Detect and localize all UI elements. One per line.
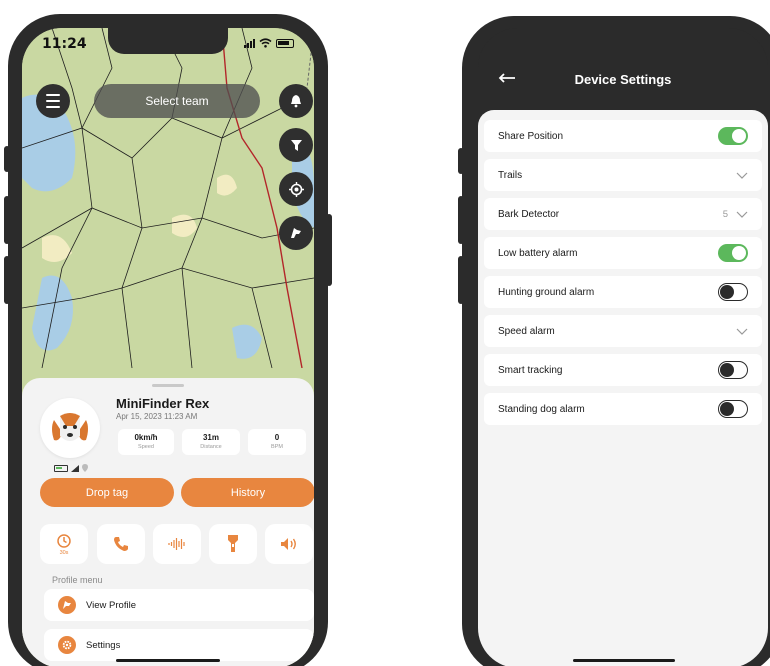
status-time: 11:24 <box>42 36 87 52</box>
hunting-ground-alarm-toggle[interactable] <box>718 283 748 301</box>
standing-dog-alarm-toggle[interactable] <box>718 400 748 418</box>
bark-detector-value-group: 5 <box>723 209 748 220</box>
profile-menu-label: Profile menu <box>52 575 103 585</box>
last-update-date: Apr 15, 2023 11:23 AM <box>116 412 198 421</box>
notch <box>108 28 228 54</box>
device-status-icons <box>54 464 88 472</box>
map-view[interactable] <box>22 28 314 368</box>
chevron-down-icon <box>736 172 748 179</box>
stage: 11:24 Select team MiniFinder Rex Apr 15,… <box>0 0 770 666</box>
device-battery-icon <box>54 464 68 472</box>
cellular-signal-icon <box>244 38 255 48</box>
home-indicator[interactable] <box>116 659 220 662</box>
call-button[interactable] <box>97 524 145 564</box>
setting-bark-detector[interactable]: Bark Detector 5 <box>484 198 762 230</box>
setting-label: Share Position <box>498 130 564 142</box>
setting-low-battery-alarm[interactable]: Low battery alarm <box>484 237 762 269</box>
setting-speed-alarm[interactable]: Speed alarm <box>484 315 762 347</box>
sound-wave-icon <box>168 538 185 550</box>
timer-icon <box>57 533 71 548</box>
distance-label: Distance <box>200 444 222 450</box>
flashlight-button[interactable] <box>209 524 257 564</box>
dog-name: MiniFinder Rex <box>116 396 210 411</box>
setting-label: Bark Detector <box>498 208 560 220</box>
dog-head-icon <box>58 596 76 614</box>
bell-icon <box>291 95 301 108</box>
bpm-label: BPM <box>271 444 283 450</box>
drop-tag-button[interactable]: Drop tag <box>40 478 174 507</box>
setting-label: Low battery alarm <box>498 247 578 259</box>
speaker-button[interactable] <box>265 524 313 564</box>
dog-info-sheet: MiniFinder Rex Apr 15, 2023 11:23 AM 0km… <box>22 378 314 666</box>
view-profile-label: View Profile <box>86 599 136 611</box>
sound-button[interactable] <box>153 524 201 564</box>
setting-share-position[interactable]: Share Position <box>484 120 762 152</box>
status-icons <box>244 38 294 48</box>
share-position-toggle[interactable] <box>718 127 748 145</box>
setting-trails[interactable]: Trails <box>484 159 762 191</box>
battery-icon <box>276 38 294 48</box>
beagle-icon <box>52 413 88 441</box>
setting-standing-dog-alarm[interactable]: Standing dog alarm <box>484 393 762 425</box>
filter-icon <box>290 139 302 151</box>
timer-button[interactable]: 30s <box>40 524 88 564</box>
setting-label: Standing dog alarm <box>498 403 585 415</box>
gps-pin-icon <box>82 464 88 472</box>
bark-detector-value: 5 <box>722 208 728 220</box>
phone-screen-right: Device Settings Share Position Trails Ba… <box>478 28 768 666</box>
settings-list: Share Position Trails Bark Detector 5 Lo… <box>478 110 768 666</box>
phone-icon <box>114 537 128 551</box>
flashlight-icon <box>228 535 238 552</box>
settings-item[interactable]: Settings <box>44 629 314 661</box>
dog-center-button[interactable] <box>279 216 313 250</box>
setting-smart-tracking[interactable]: Smart tracking <box>484 354 762 386</box>
locate-button[interactable] <box>279 172 313 206</box>
dog-head-icon <box>291 228 301 238</box>
notifications-button[interactable] <box>279 84 313 118</box>
dog-avatar <box>40 398 100 458</box>
distance-value: 31m <box>202 433 219 442</box>
wifi-icon <box>259 38 272 48</box>
gear-icon <box>58 636 76 654</box>
menu-button[interactable] <box>36 84 70 118</box>
chevron-down-icon <box>736 211 748 218</box>
page-title: Device Settings <box>574 72 672 87</box>
bpm-stat: 0 BPM <box>248 429 306 455</box>
speed-label: Speed <box>138 444 154 450</box>
bpm-value: 0 <box>274 433 280 442</box>
view-profile-item[interactable]: View Profile <box>44 589 314 621</box>
device-signal-icon <box>71 464 79 472</box>
device-settings-header: Device Settings <box>478 28 768 114</box>
filter-button[interactable] <box>279 128 313 162</box>
sheet-grab-handle[interactable] <box>152 384 184 387</box>
speed-stat: 0km/h Speed <box>118 429 174 455</box>
history-button[interactable]: History <box>181 478 314 507</box>
speaker-icon <box>281 538 296 550</box>
chevron-down-icon <box>736 328 748 335</box>
setting-hunting-ground-alarm[interactable]: Hunting ground alarm <box>484 276 762 308</box>
home-indicator[interactable] <box>573 659 675 662</box>
speed-value: 0km/h <box>134 433 158 442</box>
phone-frame-right: Device Settings Share Position Trails Ba… <box>462 16 770 666</box>
smart-tracking-toggle[interactable] <box>718 361 748 379</box>
setting-label: Smart tracking <box>498 364 563 376</box>
crosshair-icon <box>288 181 304 197</box>
settings-label: Settings <box>86 639 121 651</box>
setting-label: Speed alarm <box>498 325 555 337</box>
phone-screen-left: 11:24 Select team MiniFinder Rex Apr 15,… <box>22 28 314 666</box>
setting-label: Trails <box>498 169 523 181</box>
distance-stat: 31m Distance <box>182 429 240 455</box>
phone-frame-left: 11:24 Select team MiniFinder Rex Apr 15,… <box>8 14 328 666</box>
setting-label: Hunting ground alarm <box>498 286 595 298</box>
select-team-button[interactable]: Select team <box>94 84 260 118</box>
timer-label: 30s <box>59 549 69 556</box>
low-battery-alarm-toggle[interactable] <box>718 244 748 262</box>
